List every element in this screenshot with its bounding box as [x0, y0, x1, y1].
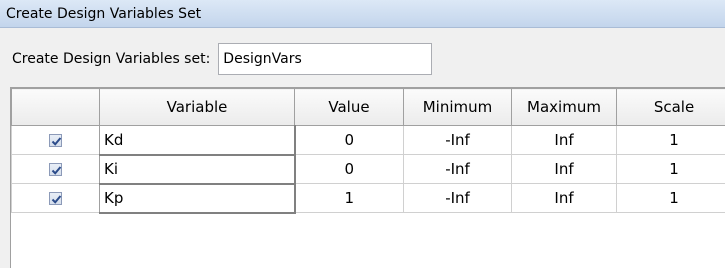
variable-cell[interactable]: Ki	[99, 154, 296, 185]
table-row: Kp 1 -Inf Inf 1	[11, 183, 725, 214]
checkbox-checked-icon[interactable]	[49, 163, 62, 176]
table-row: Kd 0 -Inf Inf 1	[11, 125, 725, 156]
set-name-row: Create Design Variables set:	[12, 43, 433, 75]
table-header-row: Variable Value Minimum Maximum Scale	[11, 88, 725, 126]
maximum-cell[interactable]: Inf	[511, 183, 617, 213]
select-cell	[11, 154, 100, 184]
table-row: Ki 0 -Inf Inf 1	[11, 154, 725, 185]
column-header-minimum[interactable]: Minimum	[403, 88, 512, 126]
maximum-cell[interactable]: Inf	[511, 125, 617, 155]
set-name-input[interactable]	[218, 43, 433, 75]
create-design-variables-dialog: Create Design Variables Set Create Desig…	[0, 0, 725, 268]
minimum-cell[interactable]: -Inf	[403, 183, 512, 213]
set-name-label: Create Design Variables set:	[12, 51, 211, 67]
minimum-cell[interactable]: -Inf	[403, 125, 512, 155]
select-cell	[11, 183, 100, 213]
column-header-select[interactable]	[11, 88, 100, 126]
scale-cell[interactable]: 1	[616, 125, 725, 155]
value-cell[interactable]: 1	[294, 183, 404, 213]
variable-cell[interactable]: Kd	[99, 125, 296, 156]
column-header-value[interactable]: Value	[294, 88, 404, 126]
value-cell[interactable]: 0	[294, 154, 404, 184]
select-cell	[11, 125, 100, 155]
column-header-maximum[interactable]: Maximum	[511, 88, 617, 126]
checkbox-checked-icon[interactable]	[49, 192, 62, 205]
value-cell[interactable]: 0	[294, 125, 404, 155]
design-variables-table: Variable Value Minimum Maximum Scale Kd 0…	[10, 87, 725, 268]
minimum-cell[interactable]: -Inf	[403, 154, 512, 184]
column-header-variable[interactable]: Variable	[99, 88, 295, 126]
panel-title: Create Design Variables Set	[0, 0, 725, 28]
checkbox-checked-icon[interactable]	[49, 134, 62, 147]
maximum-cell[interactable]: Inf	[511, 154, 617, 184]
scale-cell[interactable]: 1	[616, 154, 725, 184]
scale-cell[interactable]: 1	[616, 183, 725, 213]
column-header-scale[interactable]: Scale	[616, 88, 725, 126]
variable-cell[interactable]: Kp	[99, 183, 296, 214]
